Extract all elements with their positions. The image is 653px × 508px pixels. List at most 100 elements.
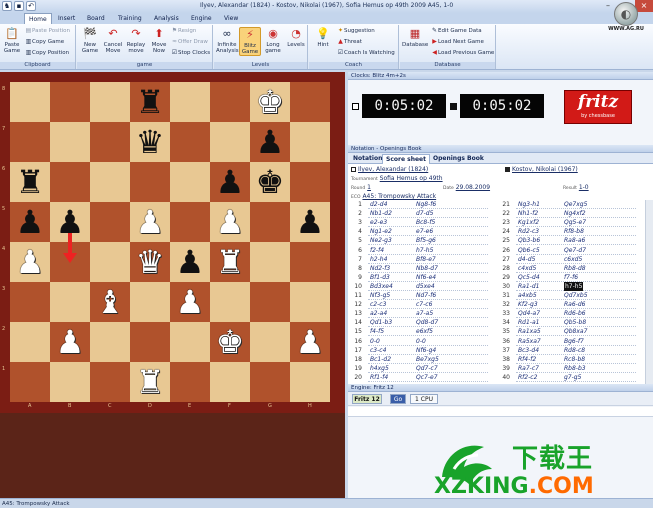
move-row[interactable]: 36 Ra5xa7 Bg6-f7: [496, 337, 641, 346]
square-e4[interactable]: ♟: [170, 242, 210, 282]
square-g5[interactable]: [250, 202, 290, 242]
white-move[interactable]: Nb1-d2: [370, 209, 392, 218]
blitz-game-button[interactable]: ⚡ Blitz Game: [239, 27, 261, 56]
square-b6[interactable]: [50, 162, 90, 202]
black-move[interactable]: Rf8-b8: [564, 227, 584, 236]
white-move[interactable]: Ra5xa7: [518, 337, 541, 346]
black-move[interactable]: Nf6-e4: [416, 273, 436, 282]
square-b8[interactable]: [50, 82, 90, 122]
black-move[interactable]: Qb8xa7: [564, 327, 587, 336]
black-move[interactable]: Ra6-d6: [564, 300, 585, 309]
square-h6[interactable]: [290, 162, 330, 202]
move-row[interactable]: 9 Bf1-d3 Nf6-e4: [348, 273, 493, 282]
tab-training[interactable]: Training: [114, 13, 146, 24]
coach-watching-checkbox[interactable]: ☑Coach Is Watching: [337, 49, 395, 57]
white-move[interactable]: Ng3-h1: [518, 200, 540, 209]
stop-clocks-checkbox[interactable]: ☑Stop Clocks: [171, 49, 210, 57]
black-move[interactable]: Qb5-b8: [564, 318, 586, 327]
white-bishop-icon[interactable]: ♝: [96, 282, 125, 322]
white-pawn-icon[interactable]: ♟: [56, 322, 85, 362]
move-row[interactable]: 10 Bd3xe4 d5xe4: [348, 282, 493, 291]
threat-button[interactable]: ▲Threat: [337, 38, 362, 46]
move-row[interactable]: 25 Qb3-b6 Ra8-a6: [496, 236, 641, 246]
square-f4[interactable]: ♜: [210, 242, 250, 282]
move-row[interactable]: 32 Kf2-g3 Ra6-d6: [496, 300, 641, 310]
tab-home[interactable]: Home: [24, 13, 52, 24]
white-move[interactable]: Bf1-d3: [370, 273, 390, 282]
black-move[interactable]: Bf5-g6: [416, 236, 436, 245]
black-pawn-icon[interactable]: ♟: [16, 202, 45, 242]
move-row[interactable]: 3 e2-e3 Bc8-f5: [348, 218, 493, 228]
black-move[interactable]: Ng4xf2: [564, 209, 586, 218]
hint-button[interactable]: 💡 Hint: [312, 27, 334, 48]
square-c4[interactable]: [90, 242, 130, 282]
move-row[interactable]: 34 Rd1-a1 Qb5-b8: [496, 318, 641, 328]
square-e5[interactable]: [170, 202, 210, 242]
square-e6[interactable]: [170, 162, 210, 202]
move-row[interactable]: 30 Ra1-d1 h7-h5: [496, 281, 641, 291]
square-d8[interactable]: ♜: [130, 82, 170, 122]
square-a1[interactable]: [10, 362, 50, 402]
white-move[interactable]: a2-a4: [370, 309, 387, 318]
black-move[interactable]: Bc8-f5: [416, 218, 435, 227]
white-move[interactable]: Qd4-a7: [518, 309, 540, 318]
levels-button[interactable]: ◔ Levels: [285, 27, 307, 48]
tab-view[interactable]: View: [220, 13, 242, 24]
white-pawn-icon[interactable]: ♟: [176, 282, 205, 322]
white-move[interactable]: c4xd5: [518, 264, 536, 273]
square-d1[interactable]: ♜: [130, 362, 170, 402]
tab-notation[interactable]: Notation: [350, 154, 385, 164]
white-move[interactable]: Nf3-g5: [370, 291, 390, 300]
white-move[interactable]: f2-f4: [370, 246, 384, 255]
square-d5[interactable]: ♟: [130, 202, 170, 242]
undo-icon[interactable]: ↶: [26, 1, 36, 11]
white-move[interactable]: Bc3-d4: [518, 346, 539, 355]
move-row[interactable]: 33 Qd4-a7 Rd6-b6: [496, 309, 641, 319]
square-d3[interactable]: [130, 282, 170, 322]
white-pawn-icon[interactable]: ♟: [296, 322, 325, 362]
black-move[interactable]: Qd8-d7: [416, 318, 438, 327]
square-a5[interactable]: ♟: [10, 202, 50, 242]
black-move[interactable]: Rc8-b8: [564, 355, 585, 364]
white-king-icon[interactable]: ♚: [216, 322, 245, 362]
database-button[interactable]: ▦ Database: [402, 27, 428, 48]
black-move[interactable]: Bf8-e7: [416, 255, 436, 264]
black-move[interactable]: h7-h5: [564, 281, 584, 291]
white-king-icon[interactable]: ♚: [256, 82, 285, 122]
move-now-button[interactable]: ⬆ Move Now: [148, 27, 170, 54]
white-move[interactable]: d2-d4: [370, 200, 387, 209]
black-move[interactable]: Rb8-b3: [564, 364, 586, 373]
black-move[interactable]: c7-c6: [416, 300, 432, 309]
white-move[interactable]: Kg1xf2: [518, 218, 539, 227]
black-rook-icon[interactable]: ♜: [136, 82, 165, 122]
move-row[interactable]: 19 h4xg5 Qd7-c7: [348, 364, 493, 373]
white-queen-icon[interactable]: ♛: [136, 242, 165, 282]
square-f1[interactable]: [210, 362, 250, 402]
white-move[interactable]: Nh1-f2: [518, 209, 538, 218]
square-g2[interactable]: [250, 322, 290, 362]
square-d4[interactable]: ♛: [130, 242, 170, 282]
move-row[interactable]: 7 h2-h4 Bf8-e7: [348, 255, 493, 264]
square-e3[interactable]: ♟: [170, 282, 210, 322]
white-move[interactable]: c3-c4: [370, 346, 386, 355]
copy-position-button[interactable]: ▥Copy Position: [25, 49, 69, 57]
edit-game-data-button[interactable]: ✎Edit Game Data: [431, 27, 482, 35]
app-menu-icon[interactable]: ♞: [2, 1, 12, 11]
square-g4[interactable]: [250, 242, 290, 282]
white-move[interactable]: Bd3xe4: [370, 282, 393, 291]
square-e7[interactable]: [170, 122, 210, 162]
black-move[interactable]: Nb8-d7: [416, 264, 438, 273]
white-move[interactable]: Bc1-d2: [370, 355, 391, 364]
tab-openings-book[interactable]: Openings Book: [430, 154, 487, 164]
square-c3[interactable]: ♝: [90, 282, 130, 322]
move-row[interactable]: 12 c2-c3 c7-c6: [348, 300, 493, 310]
square-c7[interactable]: [90, 122, 130, 162]
cpu-button[interactable]: 1 CPU: [410, 394, 438, 404]
square-f7[interactable]: [210, 122, 250, 162]
white-move[interactable]: Qc5-d4: [518, 273, 540, 282]
black-move[interactable]: Qd7xb5: [564, 291, 588, 300]
tab-engine[interactable]: Engine: [187, 13, 216, 24]
black-move[interactable]: Ra8-a6: [564, 236, 585, 245]
white-move[interactable]: 0-0: [370, 337, 380, 346]
white-move[interactable]: d4-d5: [518, 255, 535, 264]
